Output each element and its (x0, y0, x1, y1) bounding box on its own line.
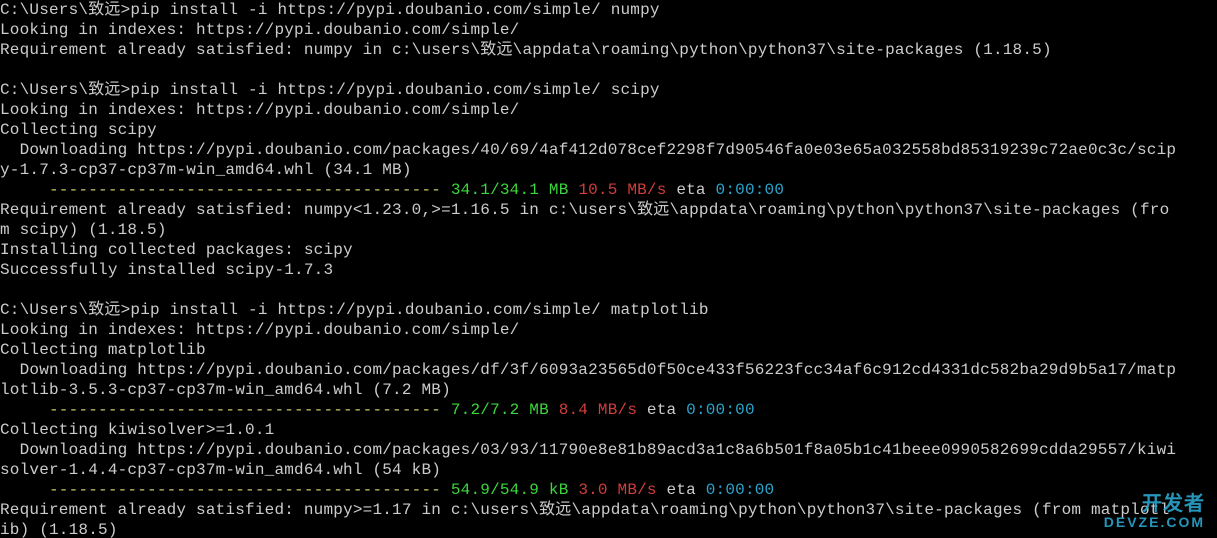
terminal-segment: m scipy) (1.18.5) (0, 221, 167, 239)
terminal-line: ----------------------------------------… (0, 400, 1217, 420)
terminal-segment: Installing collected packages: scipy (0, 241, 353, 259)
terminal-segment: 0:00:00 (716, 181, 785, 199)
terminal-segment: ---------------------------------------- (0, 181, 451, 199)
watermark-subtitle: DEVZE.COM (1104, 515, 1205, 530)
terminal-segment: C:\Users\致远>pip install -i https://pypi.… (0, 81, 660, 99)
terminal-segment (549, 401, 559, 419)
terminal-line: Collecting scipy (0, 120, 1217, 140)
terminal-segment: Downloading https://pypi.doubanio.com/pa… (0, 441, 1176, 459)
terminal-segment: Requirement already satisfied: numpy<1.2… (0, 201, 1169, 219)
terminal-segment: solver-1.4.4-cp37-cp37m-win_amd64.whl (5… (0, 461, 441, 479)
terminal-line: Looking in indexes: https://pypi.doubani… (0, 320, 1217, 340)
watermark: 开发者 DEVZE.COM (1104, 494, 1205, 530)
terminal-line: Looking in indexes: https://pypi.doubani… (0, 100, 1217, 120)
terminal-segment: 0:00:00 (706, 481, 775, 499)
terminal-line: Requirement already satisfied: numpy<1.2… (0, 200, 1217, 220)
terminal-segment: Requirement already satisfied: numpy in … (0, 41, 1052, 59)
terminal-segment: Collecting scipy (0, 121, 157, 139)
terminal-line: lotlib-3.5.3-cp37-cp37m-win_amd64.whl (7… (0, 380, 1217, 400)
terminal-output[interactable]: C:\Users\致远>pip install -i https://pypi.… (0, 0, 1217, 538)
terminal-line: ib) (1.18.5) (0, 520, 1217, 538)
terminal-segment: C:\Users\致远>pip install -i https://pypi.… (0, 1, 660, 19)
terminal-segment: Downloading https://pypi.doubanio.com/pa… (0, 361, 1176, 379)
terminal-segment: 10.5 MB/s (578, 181, 666, 199)
terminal-segment (569, 481, 579, 499)
terminal-segment: 54.9/54.9 kB (451, 481, 569, 499)
terminal-line: Downloading https://pypi.doubanio.com/pa… (0, 360, 1217, 380)
terminal-segment: 7.2/7.2 MB (451, 401, 549, 419)
terminal-segment: eta (637, 401, 686, 419)
terminal-line: Collecting matplotlib (0, 340, 1217, 360)
terminal-segment: Collecting matplotlib (0, 341, 206, 359)
terminal-line: C:\Users\致远>pip install -i https://pypi.… (0, 0, 1217, 20)
terminal-segment (569, 181, 579, 199)
terminal-segment: 3.0 MB/s (578, 481, 656, 499)
terminal-segment: Looking in indexes: https://pypi.doubani… (0, 21, 519, 39)
terminal-line: Downloading https://pypi.doubanio.com/pa… (0, 140, 1217, 160)
terminal-segment: eta (657, 481, 706, 499)
terminal-segment: 34.1/34.1 MB (451, 181, 569, 199)
watermark-title: 开发者 (1104, 494, 1205, 515)
terminal-line: Installing collected packages: scipy (0, 240, 1217, 260)
terminal-segment: Successfully installed scipy-1.7.3 (0, 261, 333, 279)
terminal-segment: y-1.7.3-cp37-cp37m-win_amd64.whl (34.1 M… (0, 161, 412, 179)
terminal-segment: Collecting kiwisolver>=1.0.1 (0, 421, 274, 439)
terminal-segment: ib) (1.18.5) (0, 521, 118, 538)
terminal-segment: 0:00:00 (686, 401, 755, 419)
terminal-line: Requirement already satisfied: numpy>=1.… (0, 500, 1217, 520)
terminal-line (0, 280, 1217, 300)
terminal-line: C:\Users\致远>pip install -i https://pypi.… (0, 80, 1217, 100)
terminal-segment: Downloading https://pypi.doubanio.com/pa… (0, 141, 1176, 159)
terminal-line: m scipy) (1.18.5) (0, 220, 1217, 240)
terminal-line: Requirement already satisfied: numpy in … (0, 40, 1217, 60)
terminal-line (0, 60, 1217, 80)
terminal-line: Collecting kiwisolver>=1.0.1 (0, 420, 1217, 440)
terminal-segment: lotlib-3.5.3-cp37-cp37m-win_amd64.whl (7… (0, 381, 451, 399)
terminal-line: ----------------------------------------… (0, 480, 1217, 500)
terminal-segment: Requirement already satisfied: numpy>=1.… (0, 501, 1169, 519)
terminal-line: y-1.7.3-cp37-cp37m-win_amd64.whl (34.1 M… (0, 160, 1217, 180)
terminal-segment: Looking in indexes: https://pypi.doubani… (0, 321, 519, 339)
terminal-segment: ---------------------------------------- (0, 481, 451, 499)
terminal-line: ----------------------------------------… (0, 180, 1217, 200)
terminal-segment: 8.4 MB/s (559, 401, 637, 419)
terminal-segment: Looking in indexes: https://pypi.doubani… (0, 101, 519, 119)
terminal-segment: eta (667, 181, 716, 199)
terminal-segment: ---------------------------------------- (0, 401, 451, 419)
terminal-line: Downloading https://pypi.doubanio.com/pa… (0, 440, 1217, 460)
terminal-line: Successfully installed scipy-1.7.3 (0, 260, 1217, 280)
terminal-line: C:\Users\致远>pip install -i https://pypi.… (0, 300, 1217, 320)
terminal-segment: C:\Users\致远>pip install -i https://pypi.… (0, 301, 709, 319)
terminal-line: Looking in indexes: https://pypi.doubani… (0, 20, 1217, 40)
terminal-line: solver-1.4.4-cp37-cp37m-win_amd64.whl (5… (0, 460, 1217, 480)
